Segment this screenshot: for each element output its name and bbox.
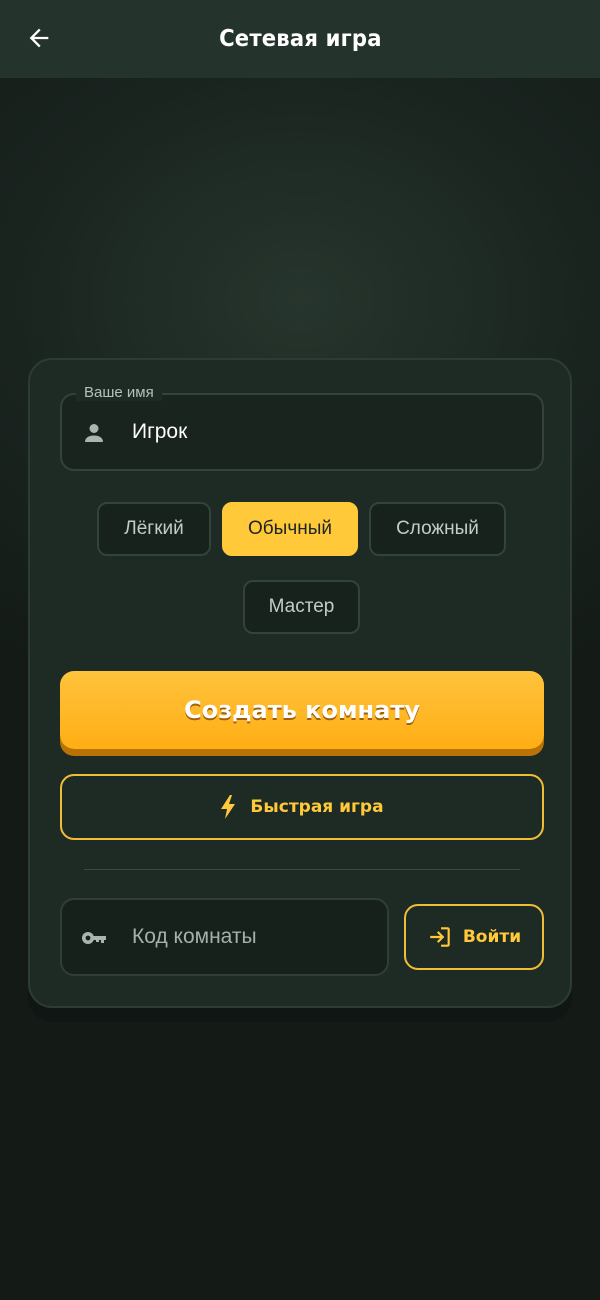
difficulty-master-button[interactable]: Мастер	[243, 580, 360, 634]
user-icon	[85, 424, 103, 442]
network-game-card: Ваше имя Лёгкий Обычный Сложный Мастер С…	[28, 358, 572, 1008]
back-button[interactable]	[22, 21, 56, 55]
difficulty-normal-button[interactable]: Обычный	[222, 502, 358, 556]
page-title: Сетевая игра	[218, 26, 382, 52]
player-name-label: Ваше имя	[76, 384, 162, 401]
create-room-label: Создать комнату	[184, 696, 420, 724]
login-icon	[430, 927, 450, 947]
room-code-field[interactable]	[60, 898, 389, 976]
player-name-input[interactable]	[132, 420, 512, 444]
lightning-icon	[221, 795, 236, 819]
difficulty-hard-button[interactable]: Сложный	[369, 502, 506, 556]
quick-game-button[interactable]: Быстрая игра	[60, 774, 544, 840]
player-name-field[interactable]: Ваше имя	[60, 384, 544, 471]
arrow-left-icon	[29, 28, 49, 48]
join-label: Войти	[462, 927, 522, 947]
section-divider	[84, 869, 520, 870]
room-code-input[interactable]	[132, 925, 372, 949]
difficulty-easy-button[interactable]: Лёгкий	[97, 502, 211, 556]
top-app-bar: Сетевая игра	[0, 0, 600, 78]
quick-game-label: Быстрая игра	[250, 797, 384, 817]
create-room-button[interactable]: Создать комнату	[60, 671, 544, 749]
key-icon	[82, 932, 106, 944]
join-button[interactable]: Войти	[404, 904, 544, 970]
